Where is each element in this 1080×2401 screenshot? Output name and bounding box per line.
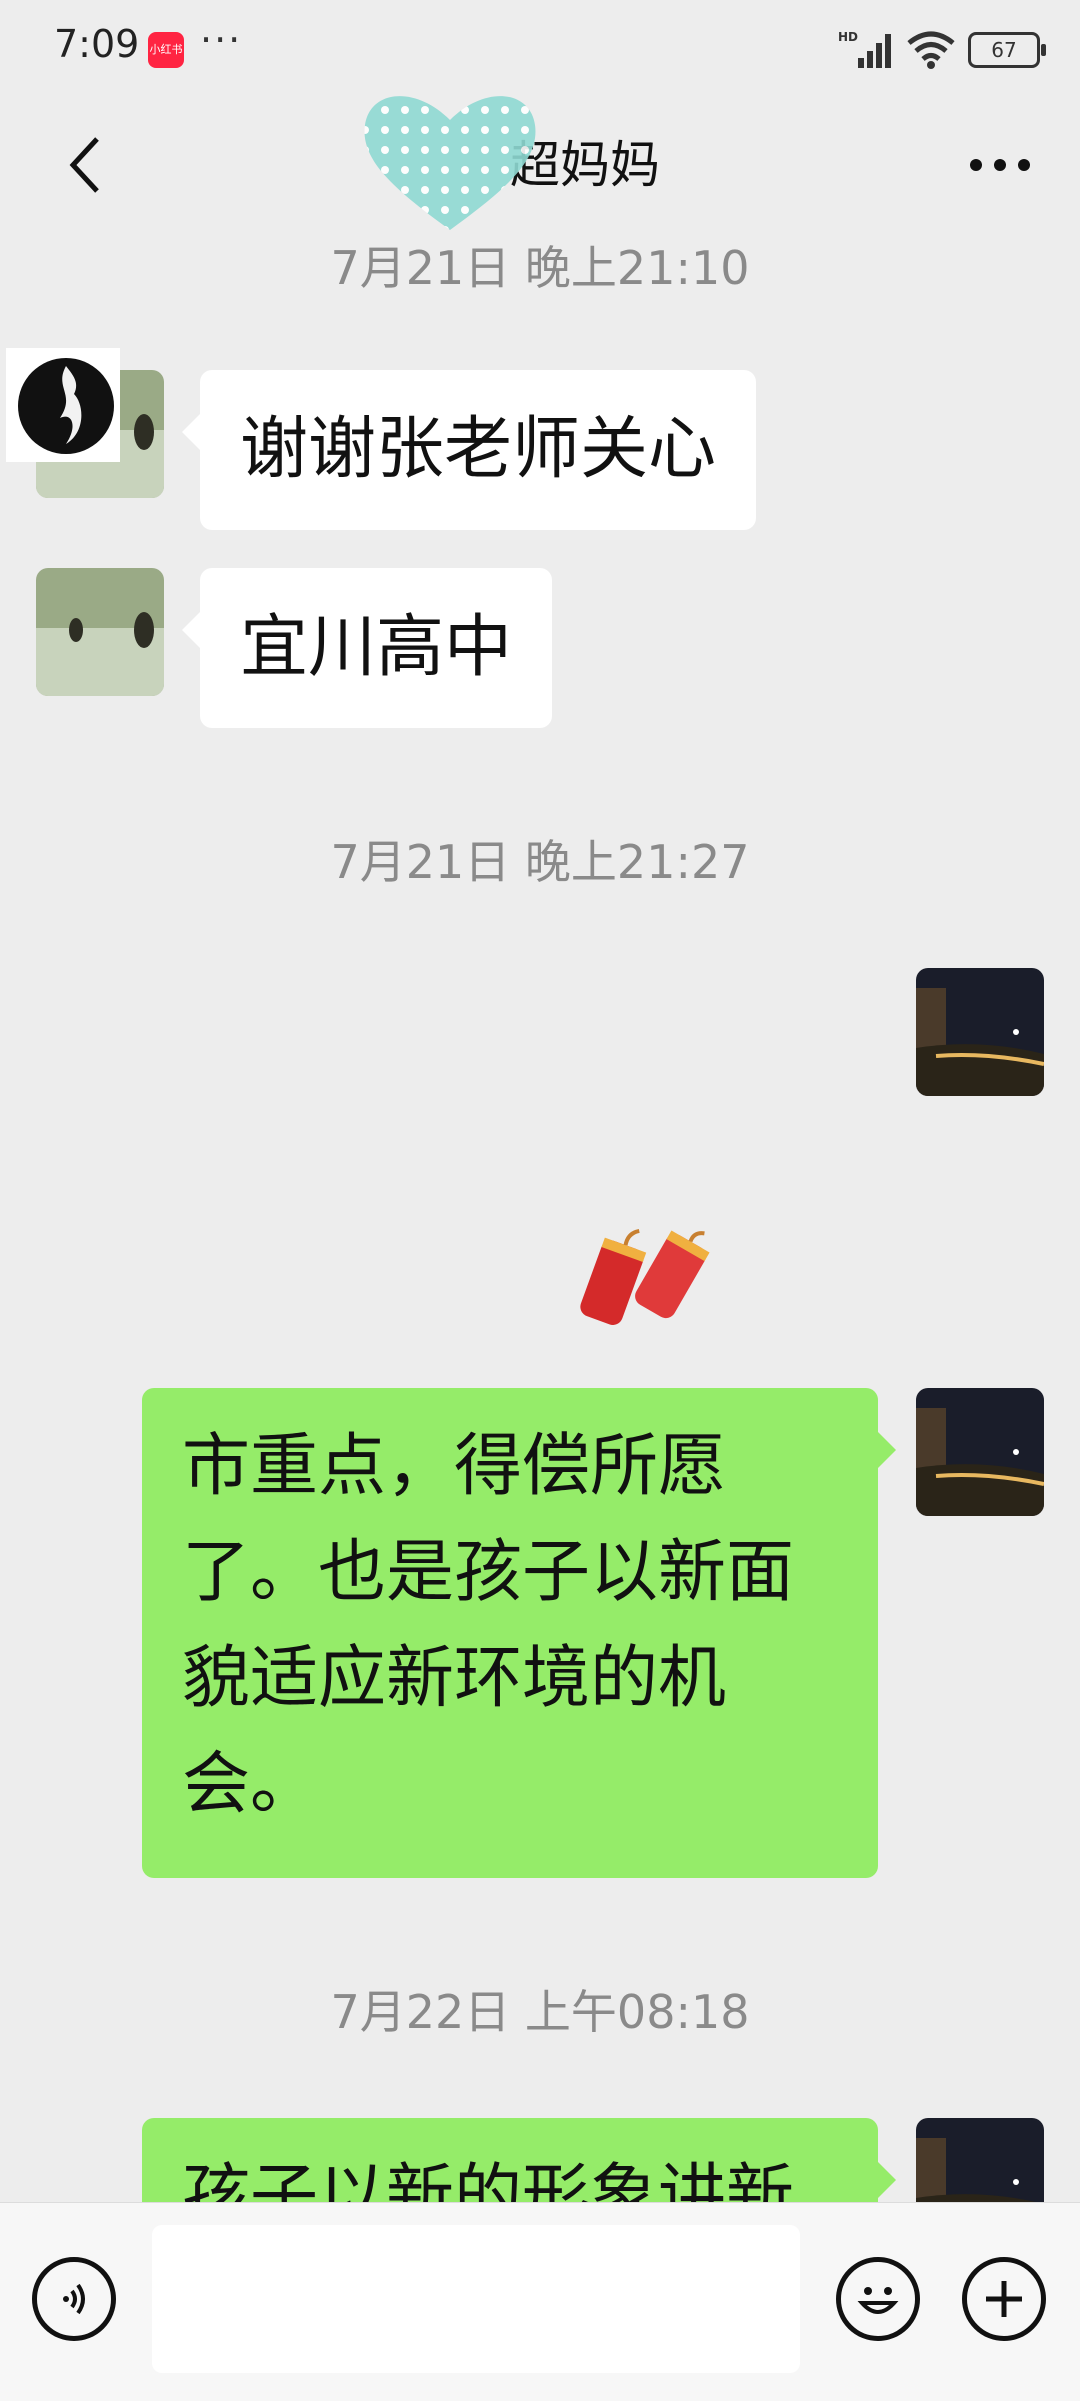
chevron-left-icon — [69, 137, 99, 193]
xiaohongshu-badge-icon: 小红书 — [148, 32, 184, 68]
timestamp: 7月22日 上午08:18 — [330, 1985, 750, 2039]
back-button[interactable] — [40, 120, 130, 210]
message-line: 市重点，得偿所愿 — [182, 1427, 727, 1506]
voice-button[interactable] — [32, 2257, 116, 2341]
message-line: 孩子以新的形象讲新 — [182, 2157, 795, 2202]
message-line: 貌适应新环境的机 — [182, 1639, 727, 1718]
battery-icon: 67 — [968, 32, 1046, 68]
status-indicators: HD 67 — [838, 24, 1046, 76]
incoming-message[interactable]: 宜川高中 — [181, 568, 553, 728]
more-button[interactable] — [950, 120, 1050, 210]
my-avatar[interactable] — [916, 1388, 1044, 1516]
more-icon — [970, 159, 1030, 171]
avatar-photo — [916, 968, 1044, 1096]
outgoing-message[interactable]: 孩子以新的形象讲新 — [142, 2118, 896, 2202]
message-line: 了。也是孩子以新面 — [182, 1533, 795, 1612]
network-label: HD — [838, 30, 858, 44]
wifi-icon — [907, 31, 955, 69]
status-time: 7:09 — [54, 22, 140, 66]
notification-more-icon: ··· — [200, 18, 243, 62]
profile-badge-icon — [6, 348, 120, 462]
heart-sticker-icon — [364, 96, 536, 231]
message-list[interactable]: 7月21日 晚上21:10 谢谢张老师关心 宜川高中 7月21日 晚上21:27 — [0, 232, 1080, 2202]
incoming-message[interactable]: 谢谢张老师关心 — [181, 370, 757, 530]
emoji-button[interactable] — [836, 2257, 920, 2341]
message-input[interactable] — [152, 2225, 800, 2373]
avatar-photo — [36, 568, 164, 696]
plus-button[interactable] — [962, 2257, 1046, 2341]
timestamp: 7月21日 晚上21:27 — [330, 835, 750, 889]
voice-icon — [63, 2283, 85, 2315]
input-bar — [0, 2202, 1080, 2401]
avatar-photo — [916, 1388, 1044, 1516]
message-text: 谢谢张老师关心 — [240, 410, 717, 489]
contact-avatar[interactable] — [36, 568, 164, 696]
firecracker-sticker — [580, 1228, 710, 1325]
signal-icon: HD — [838, 30, 891, 68]
outgoing-message[interactable]: 市重点，得偿所愿 了。也是孩子以新面 貌适应新环境的机 会。 — [142, 1388, 896, 1878]
my-avatar[interactable] — [916, 2118, 1044, 2202]
message-text: 宜川高中 — [240, 608, 513, 687]
avatar-photo — [916, 2118, 1044, 2202]
plus-icon — [986, 2281, 1022, 2317]
timestamp: 7月21日 晚上21:10 — [330, 241, 750, 295]
my-avatar[interactable] — [916, 968, 1044, 1096]
emoji-icon — [857, 2287, 899, 2314]
message-line: 会。 — [182, 1745, 319, 1824]
